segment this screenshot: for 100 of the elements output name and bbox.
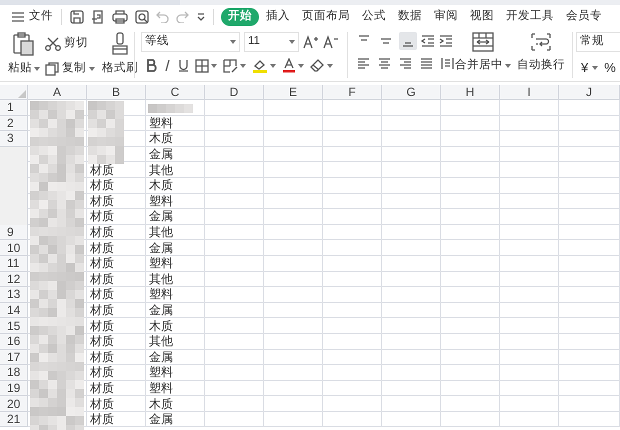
- table-cell: [264, 365, 323, 381]
- currency-button[interactable]: ¥: [581, 58, 598, 78]
- paste-button[interactable]: 粘贴: [8, 32, 40, 81]
- bold-icon[interactable]: [146, 59, 157, 72]
- decrease-font-icon[interactable]: [323, 35, 339, 49]
- caret-icon[interactable]: [230, 40, 236, 44]
- row-header[interactable]: 17: [0, 350, 28, 366]
- column-header[interactable]: A: [28, 85, 87, 100]
- table-cell: 材质: [87, 334, 146, 350]
- align-bottom-icon[interactable]: [399, 32, 417, 50]
- caret-icon[interactable]: [89, 66, 95, 71]
- copy-button[interactable]: 复制: [45, 60, 95, 78]
- align-right-icon[interactable]: [399, 57, 412, 70]
- table-cell: [323, 365, 382, 381]
- align-left-icon[interactable]: [357, 57, 370, 70]
- column-header[interactable]: E: [264, 85, 323, 100]
- row-header[interactable]: 15: [0, 318, 28, 334]
- table-cell: [205, 412, 264, 428]
- caret-icon[interactable]: [327, 64, 333, 68]
- table-cell: [264, 302, 323, 318]
- merge-cells-icon[interactable]: [472, 32, 494, 52]
- italic-icon[interactable]: [163, 59, 172, 72]
- column-header[interactable]: D: [205, 85, 264, 100]
- ribbon-tab[interactable]: 视图: [465, 8, 499, 26]
- column-header[interactable]: J: [559, 85, 620, 100]
- table-cell: 金属: [146, 240, 205, 256]
- ribbon-tab[interactable]: 审阅: [429, 8, 463, 26]
- caret-icon[interactable]: [505, 64, 511, 68]
- increase-indent-icon[interactable]: [439, 34, 453, 48]
- row-header[interactable]: 11: [0, 256, 28, 272]
- menu-icon[interactable]: [12, 12, 24, 22]
- table-cell: [264, 224, 323, 240]
- ribbon-tab[interactable]: 数据: [393, 8, 427, 26]
- row-header[interactable]: 19: [0, 380, 28, 396]
- column-header[interactable]: F: [323, 85, 382, 100]
- font-color-icon[interactable]: [282, 58, 296, 73]
- save-icon[interactable]: [70, 10, 84, 24]
- caret-icon[interactable]: [289, 40, 295, 44]
- table-cell: [205, 380, 264, 396]
- underline-icon[interactable]: [178, 59, 189, 72]
- table-cell: [323, 380, 382, 396]
- row-header[interactable]: 2: [0, 116, 28, 132]
- ribbon-tab[interactable]: 公式: [357, 8, 391, 26]
- column-header[interactable]: C: [146, 85, 205, 100]
- caret-icon[interactable]: [592, 66, 598, 70]
- caret-icon[interactable]: [211, 64, 217, 68]
- table-cell: [323, 240, 382, 256]
- row-header[interactable]: 13: [0, 287, 28, 303]
- fill-color-icon[interactable]: [252, 58, 268, 72]
- number-format-field[interactable]: 常规: [576, 32, 620, 52]
- justify-icon[interactable]: [420, 57, 433, 70]
- eraser-icon[interactable]: [310, 59, 325, 72]
- cut-button[interactable]: 剪切: [45, 35, 95, 52]
- font-size-field[interactable]: 11: [244, 32, 299, 52]
- cell-style-icon[interactable]: [223, 58, 238, 72]
- ribbon-tab[interactable]: 会员专: [561, 8, 607, 26]
- row-header[interactable]: 20: [0, 396, 28, 412]
- wrap-text-button[interactable]: 自动换行: [513, 32, 569, 81]
- row-header[interactable]: 10: [0, 240, 28, 256]
- row-header[interactable]: 1: [0, 100, 28, 116]
- print-icon[interactable]: [112, 10, 128, 24]
- column-header[interactable]: G: [382, 85, 441, 100]
- ribbon-tab[interactable]: 开发工具: [501, 8, 559, 26]
- border-icon[interactable]: [195, 58, 209, 72]
- caret-icon[interactable]: [298, 64, 304, 68]
- table-cell: [382, 272, 441, 288]
- align-center-icon[interactable]: [378, 57, 391, 70]
- row-header[interactable]: 9: [0, 224, 28, 240]
- row-header[interactable]: 3: [0, 131, 28, 147]
- table-cell: 木质: [146, 131, 205, 147]
- decrease-indent-icon[interactable]: [421, 34, 435, 48]
- table-cell: [205, 272, 264, 288]
- scissors-icon[interactable]: [45, 36, 61, 51]
- file-menu[interactable]: 文件: [12, 8, 61, 26]
- column-header[interactable]: H: [441, 85, 500, 100]
- percent-button[interactable]: %: [604, 58, 616, 78]
- export-icon[interactable]: [91, 10, 105, 24]
- table-cell: [500, 146, 559, 162]
- row-header[interactable]: 12: [0, 272, 28, 288]
- copy-icon[interactable]: [45, 62, 59, 76]
- row-header[interactable]: 16: [0, 334, 28, 350]
- wrap-text-icon[interactable]: [530, 32, 552, 52]
- row-header[interactable]: 21: [0, 412, 28, 428]
- increase-font-icon[interactable]: [303, 35, 319, 49]
- caret-icon[interactable]: [240, 64, 246, 68]
- column-header[interactable]: B: [87, 85, 146, 100]
- row-header[interactable]: 14: [0, 302, 28, 318]
- print-preview-icon[interactable]: [135, 10, 149, 24]
- row-header[interactable]: 18: [0, 365, 28, 381]
- font-name-field[interactable]: 等线: [141, 32, 240, 52]
- merge-center-button[interactable]: 合并居中: [454, 32, 512, 81]
- caret-icon[interactable]: [34, 66, 40, 71]
- column-header[interactable]: I: [500, 85, 559, 100]
- dropdown-icon[interactable]: [196, 12, 206, 22]
- ribbon-tab[interactable]: 插入: [261, 8, 295, 26]
- table-cell: [559, 412, 620, 428]
- table-cell: [500, 318, 559, 334]
- distributed-icon[interactable]: [441, 57, 454, 70]
- ribbon-tab[interactable]: 页面布局: [297, 8, 355, 26]
- caret-icon[interactable]: [270, 64, 276, 68]
